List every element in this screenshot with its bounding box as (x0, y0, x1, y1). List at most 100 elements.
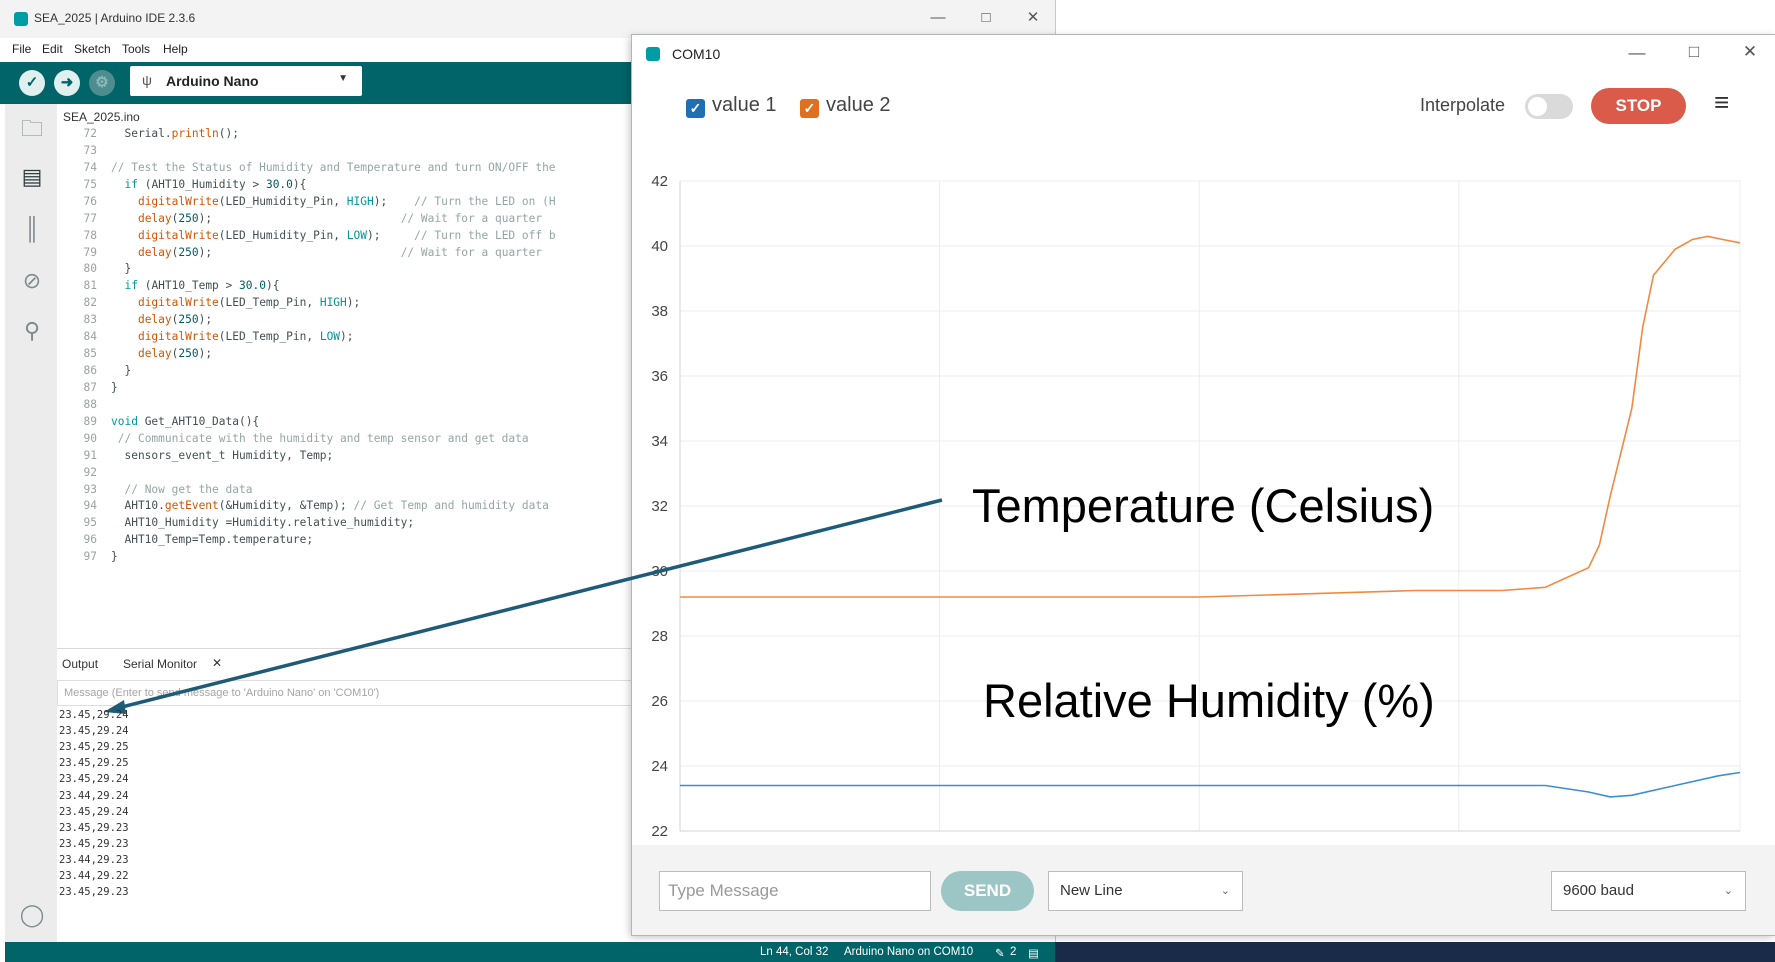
code-text: // Now get the data (124, 482, 253, 496)
menu-sketch[interactable]: Sketch (74, 42, 111, 56)
y-tick-label: 34 (651, 433, 668, 450)
debug-button[interactable]: ⚙ (89, 70, 115, 96)
close-icon[interactable]: ✕ (1023, 8, 1043, 26)
stop-button[interactable]: STOP (1591, 88, 1686, 124)
minimize-icon[interactable]: — (928, 9, 948, 26)
folder-icon[interactable]: 🗀 (19, 112, 45, 150)
close-icon[interactable]: ✕ (1740, 42, 1760, 62)
serial-output-line: 23.45,29.25 (59, 741, 129, 754)
line-number: 97 (83, 550, 97, 564)
search-icon[interactable]: ⚲ (19, 318, 45, 344)
close-tab-icon[interactable]: ✕ (212, 656, 222, 670)
code-text: delay(250); // Wait for a quarter (137, 211, 543, 225)
serial-output-line: 23.45,29.24 (59, 773, 129, 786)
menu-edit[interactable]: Edit (42, 42, 63, 56)
series2-checkbox[interactable]: ✓ (800, 99, 819, 118)
chevron-down-icon: ⌄ (1220, 885, 1230, 897)
code-text: } (111, 380, 118, 394)
board-port-status: Arduino Nano on COM10 (844, 946, 974, 958)
notification-icon[interactable]: ✎ (995, 946, 1005, 960)
temperature-annotation: Temperature (Celsius) (972, 479, 1435, 532)
clear-list-icon[interactable]: ≡ (1714, 87, 1729, 118)
code-text: AHT10_Temp=Temp.temperature; (111, 533, 314, 547)
code-text: sensors_event_t Humidity, Temp; (111, 448, 334, 462)
code-text: Serial.println(); (111, 127, 239, 140)
code-text: digitalWrite(LED_Temp_Pin, LOW); (137, 330, 354, 344)
y-tick-label: 28 (651, 628, 668, 645)
code-text: if (AHT10_Humidity > 30.0){ (124, 177, 307, 191)
code-text: void Get_AHT10_Data(){ (111, 414, 260, 428)
y-tick-label: 26 (651, 693, 668, 710)
ide-titlebar: SEA_2025 | Arduino IDE 2.3.6 — □ ✕ (0, 0, 1055, 38)
line-ending-select[interactable]: New Line ⌄ (1048, 871, 1243, 911)
serial-message-input[interactable]: Message (Enter to send message to 'Ardui… (57, 680, 637, 706)
code-text: if (AHT10_Temp > 30.0){ (124, 279, 280, 293)
y-tick-label: 42 (651, 173, 668, 190)
board-manager-icon[interactable]: ▤ (19, 164, 45, 190)
arduino-logo-icon (646, 47, 660, 61)
account-icon[interactable]: ◯ (19, 902, 45, 928)
code-line: 97} (57, 547, 637, 566)
y-tick-label: 38 (651, 303, 668, 320)
code-text: AHT10_Humidity =Humidity.relative_humidi… (111, 516, 415, 530)
debug-icon[interactable]: ⊘ (19, 268, 45, 294)
baud-value: 9600 baud (1563, 882, 1634, 899)
series1-label: value 1 (712, 94, 777, 116)
library-icon[interactable]: ║ (19, 216, 45, 242)
plotter-titlebar: COM10 — □ ✕ (632, 35, 1775, 73)
y-tick-label: 36 (651, 368, 668, 385)
minimize-icon[interactable]: — (1627, 43, 1647, 63)
serial-output-line: 23.44,29.22 (59, 870, 129, 882)
maximize-icon[interactable]: □ (976, 9, 996, 26)
interpolate-toggle[interactable] (1525, 94, 1573, 119)
code-text: // Communicate with the humidity and tem… (117, 431, 529, 445)
desktop-taskbar-strip (1055, 942, 1775, 962)
code-text: } (111, 262, 132, 276)
arduino-logo-icon (14, 12, 28, 26)
maximize-icon[interactable]: □ (1684, 42, 1704, 62)
code-text: delay(250); (137, 313, 213, 327)
code-text: } (111, 550, 118, 564)
serial-output-line: 23.45,29.23 (59, 886, 129, 899)
menu-tools[interactable]: Tools (122, 42, 150, 56)
y-tick-label: 22 (651, 823, 668, 840)
serial-output-line: 23.45,29.24 (59, 709, 129, 721)
tab-serial-monitor[interactable]: Serial Monitor (123, 657, 197, 671)
code-text: } (111, 364, 132, 378)
y-tick-label: 40 (651, 238, 668, 255)
serial-output-line: 23.45,29.24 (59, 725, 129, 738)
plotter-title: COM10 (672, 46, 721, 62)
type-message-input[interactable]: Type Message (659, 871, 931, 911)
humidity-annotation: Relative Humidity (%) (983, 674, 1435, 727)
baud-select[interactable]: 9600 baud ⌄ (1551, 871, 1746, 911)
y-tick-label: 30 (651, 563, 668, 580)
code-editor[interactable]: 72 Serial.println(); 73 74// Test the Stat… (57, 126, 637, 646)
serial-output-line: 23.45,29.23 (59, 821, 129, 834)
code-text: delay(250); // Wait for a quarter (137, 245, 543, 259)
y-tick-label: 32 (651, 498, 668, 515)
series1-checkbox[interactable]: ✓ (686, 99, 705, 118)
code-text: digitalWrite(LED_Temp_Pin, HIGH); (137, 296, 361, 310)
tab-output[interactable]: Output (62, 657, 98, 671)
cursor-position: Ln 44, Col 32 (760, 946, 829, 958)
side-rail: 🗀 ▤ ║ ⊘ ⚲ ◯ (5, 104, 57, 942)
interpolate-label: Interpolate (1420, 95, 1506, 115)
series2-label: value 2 (826, 94, 891, 116)
send-button[interactable]: SEND (941, 871, 1034, 911)
ide-title: SEA_2025 | Arduino IDE 2.3.6 (34, 11, 196, 25)
code-text: delay(250); (137, 347, 213, 361)
code-text: // Test the Status of Humidity and Tempe… (111, 160, 556, 174)
panel-toggle-icon[interactable]: ▤ (1028, 946, 1039, 960)
serial-output-line: 23.45,29.25 (59, 757, 129, 770)
menu-help[interactable]: Help (163, 42, 188, 56)
code-text: digitalWrite(LED_Humidity_Pin, HIGH); //… (137, 194, 556, 208)
menu-file[interactable]: File (12, 42, 31, 56)
upload-button[interactable]: ➜ (54, 70, 80, 96)
serial-output-line: 23.44,29.23 (59, 853, 129, 866)
serial-output-line: 23.44,29.24 (59, 789, 129, 802)
serial-output-line: 23.45,29.23 (59, 837, 129, 850)
notification-count: 2 (1010, 946, 1017, 958)
series-line-1 (680, 771, 1741, 798)
board-selector[interactable]: ψ Arduino Nano ▼ (130, 66, 362, 96)
verify-button[interactable]: ✓ (19, 70, 45, 96)
